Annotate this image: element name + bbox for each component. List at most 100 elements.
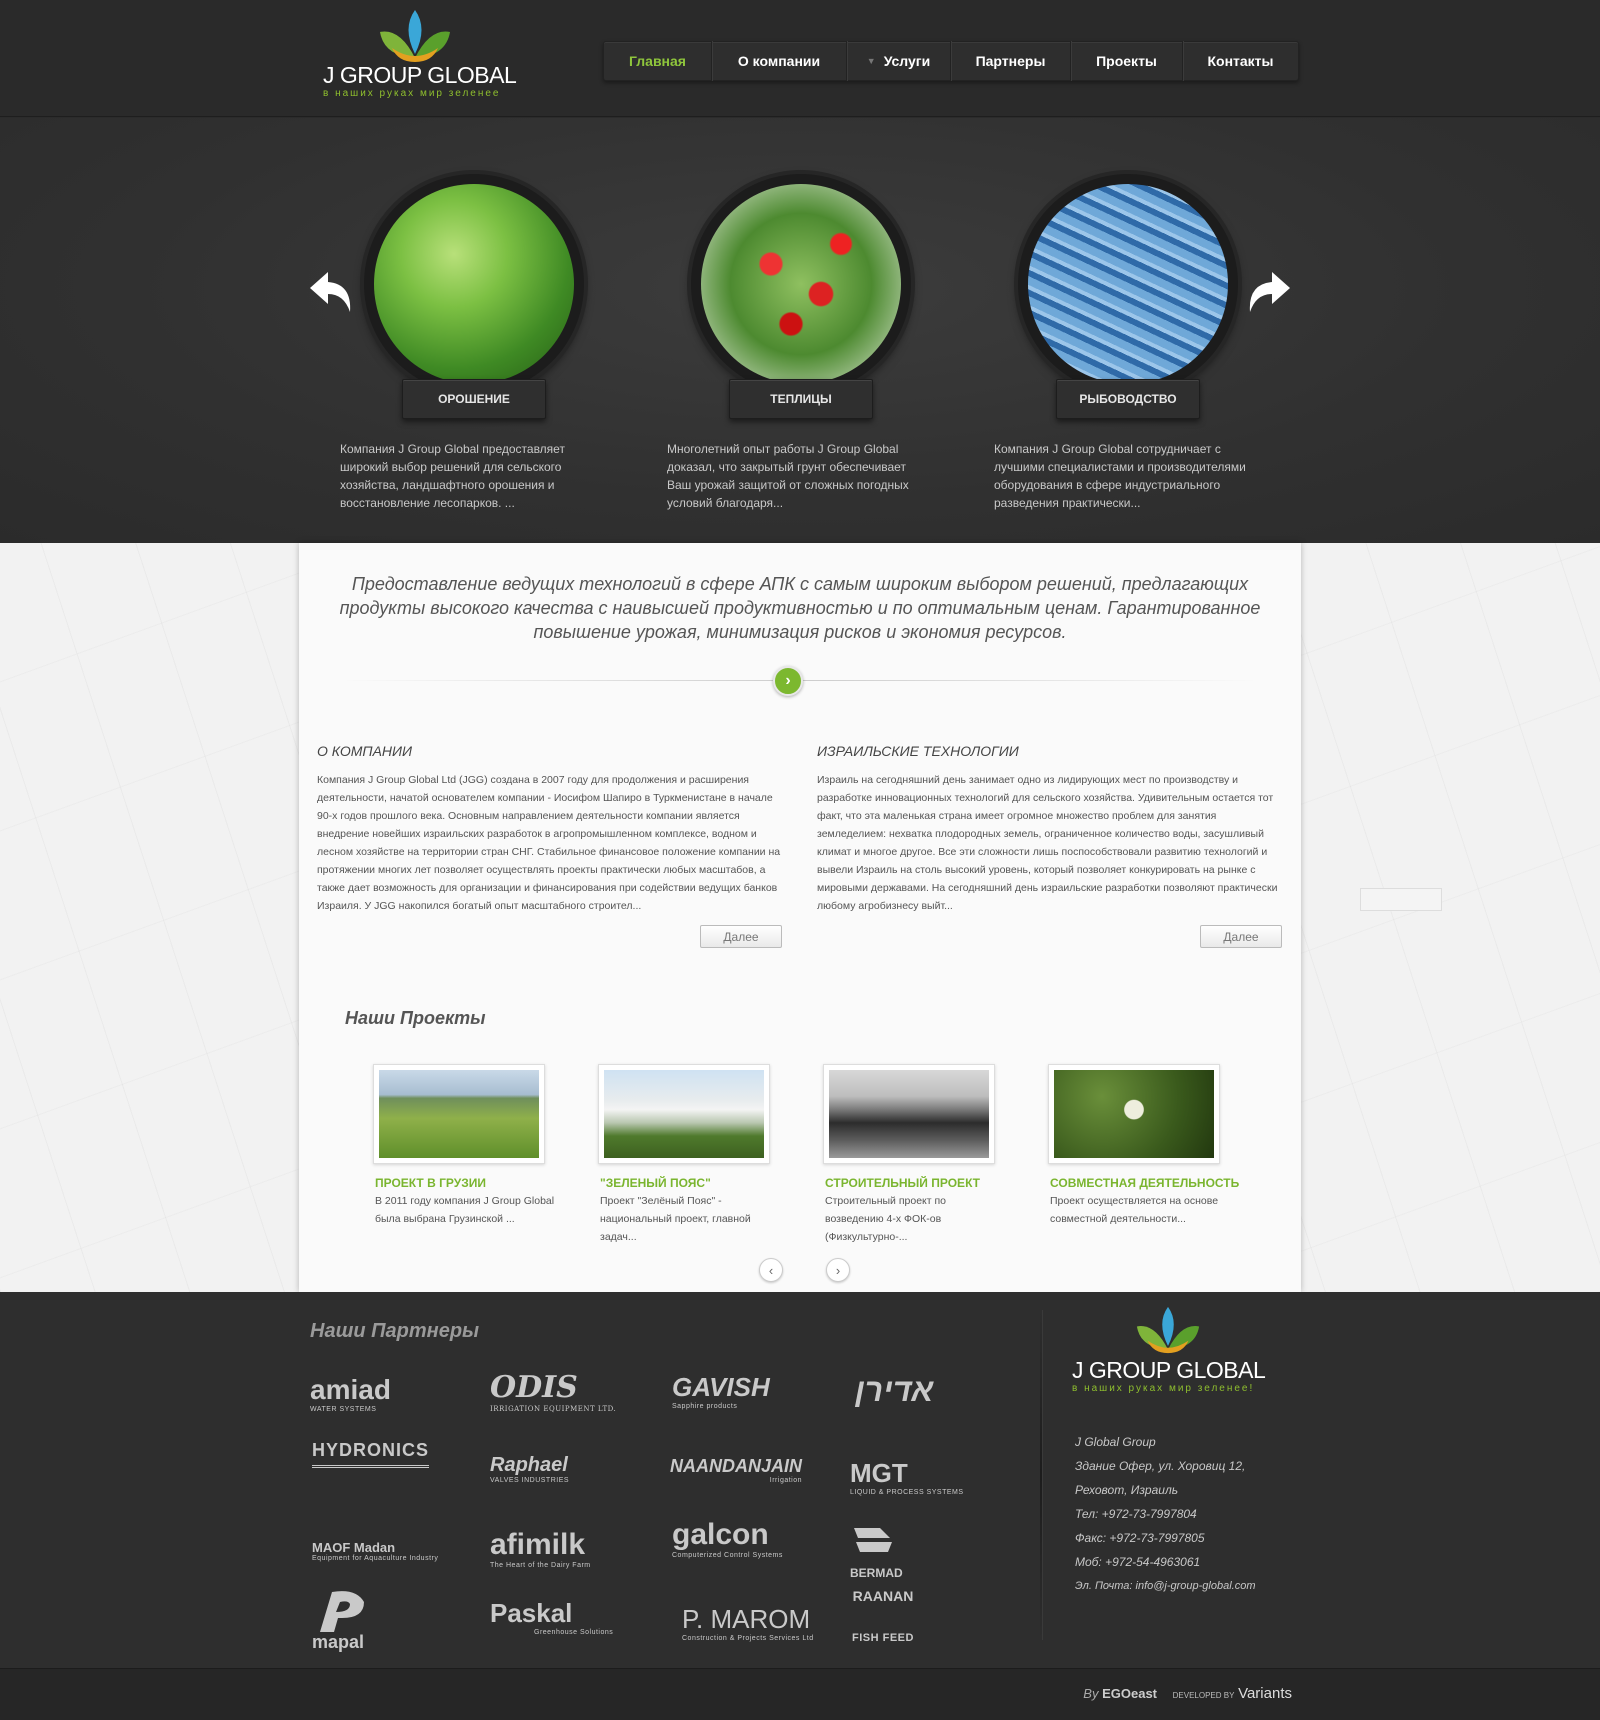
nav-services[interactable]: ▼ Услуги bbox=[847, 41, 951, 81]
partner-sub: Construction & Projects Services Ltd bbox=[682, 1635, 814, 1642]
partner-sub: FISH FEED bbox=[852, 1632, 914, 1644]
leaves-image bbox=[374, 184, 574, 384]
project-thumbnail[interactable] bbox=[598, 1064, 770, 1164]
partner-logo[interactable]: amiad WATER SYSTEMS bbox=[310, 1374, 391, 1413]
footer-logo-name: J GROUP GLOBAL bbox=[1072, 1357, 1266, 1383]
feature-image-frame bbox=[691, 174, 911, 394]
logo-name: J GROUP GLOBAL bbox=[323, 62, 517, 88]
project-title[interactable]: СОВМЕСТНАЯ ДЕЯТЕЛЬНОСТЬ bbox=[1050, 1176, 1239, 1190]
tech-text: Израиль на сегодняшний день занимает одн… bbox=[817, 774, 1278, 912]
nav-partners[interactable]: Партнеры bbox=[951, 41, 1071, 81]
feature-text: Многолетний опыт работы J Group Global д… bbox=[667, 442, 909, 510]
feature-text: Компания J Group Global сотрудничает с л… bbox=[994, 442, 1246, 510]
dropdown-caret-icon: ▼ bbox=[866, 56, 876, 66]
about-text: Компания J Group Global Ltd (JGG) создан… bbox=[317, 774, 781, 912]
partner-logo[interactable]: RAANAN FISH FEED bbox=[852, 1588, 914, 1644]
partner-name: galcon bbox=[672, 1518, 769, 1551]
nav-about[interactable]: О компании bbox=[712, 41, 847, 81]
partner-sub: The Heart of the Dairy Farm bbox=[490, 1562, 591, 1569]
partner-name: MGT bbox=[850, 1458, 908, 1488]
project-card[interactable]: СТРОИТЕЛЬНЫЙ ПРОЕКТ Строительный проект … bbox=[823, 1064, 1023, 1254]
credits-egoeast-link[interactable]: EGOeast bbox=[1102, 1686, 1157, 1701]
footer-logo-slogan: в наших руках мир зеленее! bbox=[1072, 1383, 1255, 1394]
feature-image-frame bbox=[364, 174, 584, 394]
partner-name: Raphael bbox=[490, 1454, 568, 1476]
partner-name: BERMAD bbox=[850, 1566, 903, 1580]
partner-sub: VALVES INDUSTRIES bbox=[490, 1477, 570, 1484]
credits: By EGOeast DEVELOPED BY Variants bbox=[1083, 1685, 1292, 1702]
partner-sub: Greenhouse Solutions bbox=[534, 1629, 614, 1636]
company-slogan: Предоставление ведущих технологий в сфер… bbox=[339, 574, 1261, 642]
partner-logo[interactable]: HYDRONICS bbox=[312, 1440, 430, 1468]
partner-logo[interactable]: GAVISH Sapphire products bbox=[672, 1372, 770, 1410]
partner-logo[interactable]: אדירן bbox=[855, 1372, 933, 1409]
partner-logo[interactable]: BERMAD bbox=[850, 1528, 903, 1580]
site-logo[interactable]: J GROUP GLOBAL в наших руках мир зеленее bbox=[315, 8, 517, 103]
mapal-mark-icon bbox=[320, 1591, 364, 1632]
palace-image bbox=[604, 1070, 764, 1158]
project-thumbnail[interactable] bbox=[823, 1064, 995, 1164]
credits-by: By bbox=[1083, 1686, 1099, 1701]
feature-greenhouses[interactable]: ТЕПЛИЦЫ Многолетний опыт работы J Group … bbox=[667, 172, 927, 512]
feature-label-button[interactable]: ТЕПЛИЦЫ bbox=[729, 379, 873, 419]
building-image bbox=[829, 1070, 989, 1158]
tech-section: ИЗРАИЛЬСКИЕ ТЕХНОЛОГИИ Израиль на сегодн… bbox=[817, 743, 1287, 915]
about-more-button[interactable]: Далее bbox=[700, 925, 782, 948]
feature-label-button[interactable]: РЫБОВОДСТВО bbox=[1056, 379, 1200, 419]
project-title[interactable]: ПРОЕКТ В ГРУЗИИ bbox=[375, 1176, 486, 1190]
logo-slogan: в наших руках мир зеленее bbox=[323, 88, 501, 99]
contact-company: J Global Group bbox=[1075, 1435, 1156, 1449]
project-thumbnail[interactable] bbox=[373, 1064, 545, 1164]
partner-logo[interactable]: galcon Computerized Control Systems bbox=[672, 1518, 783, 1559]
project-text: Строительный проект по возведению 4-х ФО… bbox=[825, 1195, 947, 1243]
project-card[interactable]: СОВМЕСТНАЯ ДЕЯТЕЛЬНОСТЬ Проект осуществл… bbox=[1048, 1064, 1248, 1254]
nav-contacts[interactable]: Контакты bbox=[1183, 41, 1298, 81]
partner-logo[interactable]: afimilk The Heart of the Dairy Farm bbox=[490, 1528, 591, 1569]
feature-text: Компания J Group Global предоставляет ши… bbox=[340, 442, 565, 510]
project-text: Проект "Зелёный Пояс" - национальный про… bbox=[600, 1195, 751, 1243]
partner-name: אדירן bbox=[855, 1372, 934, 1408]
project-card[interactable]: "ЗЕЛЕНЫЙ ПОЯС" Проект "Зелёный Пояс" - н… bbox=[598, 1064, 798, 1254]
tech-more-button[interactable]: Далее bbox=[1200, 925, 1282, 948]
nav-projects[interactable]: Проекты bbox=[1071, 41, 1183, 81]
contact-email[interactable]: Эл. Почта: info@j-group-global.com bbox=[1075, 1574, 1295, 1598]
project-title[interactable]: "ЗЕЛЕНЫЙ ПОЯС" bbox=[600, 1176, 711, 1190]
partner-name: mapal bbox=[312, 1632, 365, 1652]
about-title: О КОМПАНИИ bbox=[317, 743, 413, 759]
bottom-bar bbox=[0, 1668, 1600, 1720]
project-title[interactable]: СТРОИТЕЛЬНЫЙ ПРОЕКТ bbox=[825, 1176, 980, 1190]
feature-irrigation[interactable]: ОРОШЕНИЕ Компания J Group Global предост… bbox=[340, 172, 600, 512]
side-widget[interactable] bbox=[1360, 888, 1442, 911]
bermad-mark-icon bbox=[854, 1528, 892, 1552]
nav-projects-label: Проекты bbox=[1096, 53, 1157, 69]
partner-name: P. MAROM bbox=[682, 1604, 811, 1634]
project-text: В 2011 году компания J Group Global была… bbox=[375, 1195, 555, 1225]
projects-next-button[interactable]: › bbox=[826, 1258, 850, 1282]
partner-sub: Computerized Control Systems bbox=[672, 1552, 783, 1559]
contact-phone: Тел: +972-73-7997804 bbox=[1075, 1507, 1197, 1521]
feature-label-button[interactable]: ОРОШЕНИЕ bbox=[402, 379, 546, 419]
contact-city: Реховот, Израиль bbox=[1075, 1483, 1179, 1497]
partner-logo[interactable]: NAANDANJAIN Irrigation bbox=[670, 1456, 802, 1484]
scroll-next-button[interactable]: › bbox=[773, 666, 803, 696]
credits-variants-link[interactable]: Variants bbox=[1238, 1685, 1292, 1702]
partner-logo[interactable]: Paskal Greenhouse Solutions bbox=[490, 1598, 613, 1636]
partner-logo[interactable]: mapal bbox=[312, 1588, 364, 1653]
nav-home-label: Главная bbox=[629, 53, 686, 69]
tech-title: ИЗРАИЛЬСКИЕ ТЕХНОЛОГИИ bbox=[817, 743, 1019, 759]
partner-logo[interactable]: ODIS IRRIGATION EQUIPMENT LTD. bbox=[490, 1370, 616, 1413]
project-card[interactable]: ПРОЕКТ В ГРУЗИИ В 2011 году компания J G… bbox=[373, 1064, 573, 1254]
nav-home[interactable]: Главная bbox=[604, 41, 712, 81]
contact-fax: Факс: +972-73-7997805 bbox=[1075, 1531, 1205, 1545]
partner-logo[interactable]: Raphael VALVES INDUSTRIES bbox=[490, 1454, 569, 1484]
footer-separator bbox=[1040, 1310, 1042, 1640]
lotus-logo-icon bbox=[1136, 1306, 1200, 1354]
partner-logo[interactable]: MGT LIQUID & PROCESS SYSTEMS bbox=[850, 1458, 964, 1496]
project-thumbnail[interactable] bbox=[1048, 1064, 1220, 1164]
feature-fish-farming[interactable]: РЫБОВОДСТВО Компания J Group Global сотр… bbox=[994, 172, 1254, 512]
cotton-image bbox=[1054, 1070, 1214, 1158]
footer-logo[interactable]: J GROUP GLOBAL в наших руках мир зеленее… bbox=[1072, 1305, 1272, 1405]
partner-logo[interactable]: P. MAROM Construction & Projects Services… bbox=[682, 1604, 814, 1642]
projects-prev-button[interactable]: ‹ bbox=[759, 1258, 783, 1282]
partner-logo[interactable]: MAOF Madan Equipment for Aquaculture Indu… bbox=[312, 1540, 438, 1562]
